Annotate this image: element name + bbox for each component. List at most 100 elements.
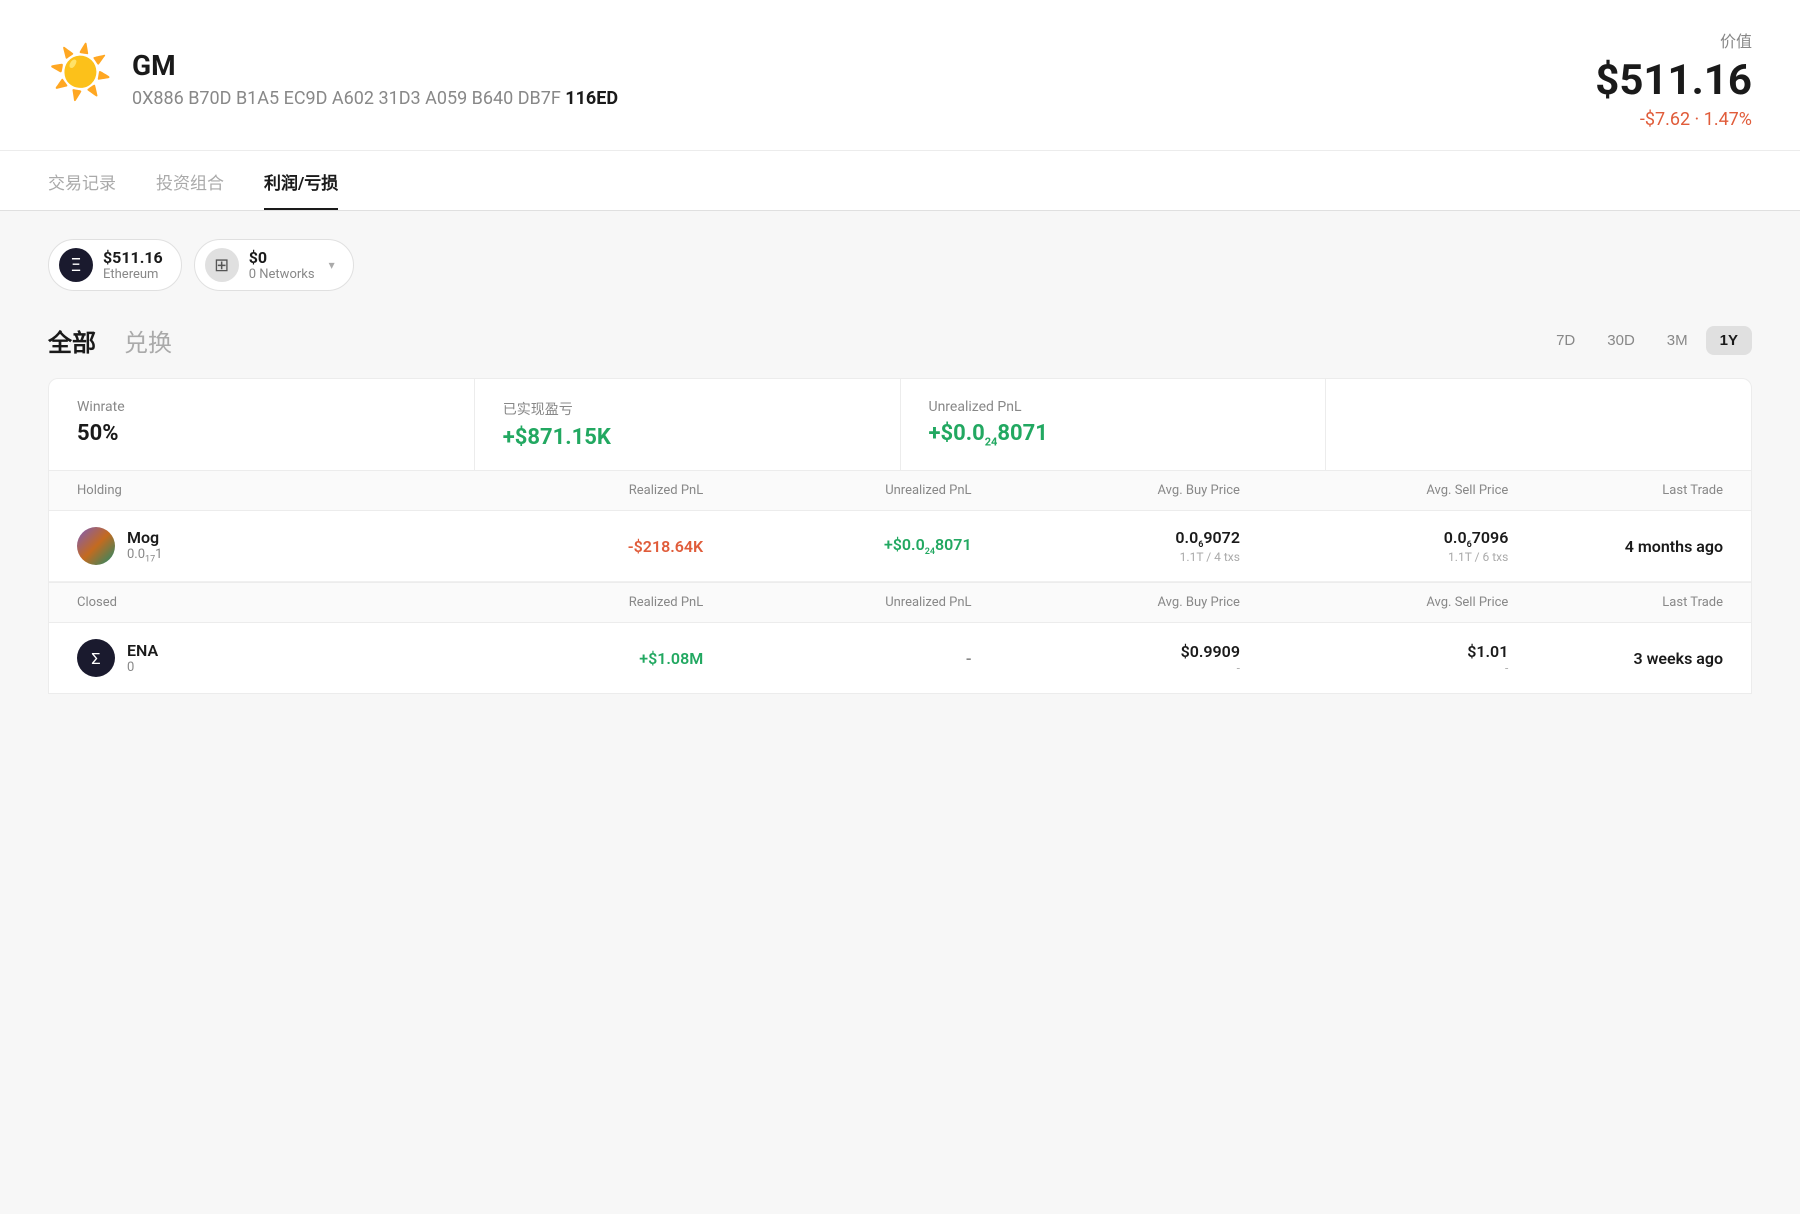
ena-avgsell: $1.01 - bbox=[1240, 642, 1508, 675]
col-header-avgsell: Avg. Sell Price bbox=[1240, 483, 1508, 498]
ena-avgbuy: $0.9909 - bbox=[972, 642, 1240, 675]
header-title: GM 0X886 B70D B1A5 EC9D A602 31D3 A059 B… bbox=[132, 49, 618, 109]
ena-lasttrade: 3 weeks ago bbox=[1508, 649, 1723, 668]
mog-lasttrade: 4 months ago bbox=[1508, 537, 1723, 556]
mog-avgsell-sub: 1.1T / 6 txs bbox=[1240, 550, 1508, 564]
stat-unrealized: Unrealized PnL +$0.0248071 bbox=[901, 379, 1327, 470]
eth-icon: Ξ bbox=[59, 248, 93, 282]
closed-avgbuy-label: Avg. Buy Price bbox=[972, 595, 1240, 610]
ena-avatar: Σ bbox=[77, 639, 115, 677]
multi-icon: ⊞ bbox=[205, 248, 239, 282]
ethereum-pill[interactable]: Ξ $511.16 Ethereum bbox=[48, 239, 182, 291]
mog-name: Mog bbox=[127, 528, 162, 547]
sun-icon: ☀️ bbox=[48, 47, 112, 111]
ena-avgbuy-value: $0.9909 bbox=[972, 642, 1240, 661]
stat-empty bbox=[1326, 379, 1751, 470]
mog-realized: -$218.64K bbox=[435, 537, 703, 556]
section-header: 全部 兑换 7D 30D 3M 1Y bbox=[48, 323, 1752, 358]
col-header-holding: Holding bbox=[77, 483, 435, 498]
col-header-lasttrade: Last Trade bbox=[1508, 483, 1723, 498]
tabs-bar: 交易记录 投资组合 利润/亏损 bbox=[0, 151, 1800, 211]
eth-amount: $511.16 bbox=[103, 248, 163, 267]
tab-pnl[interactable]: 利润/亏损 bbox=[264, 151, 338, 210]
ena-realized: +$1.08M bbox=[435, 649, 703, 668]
value-label: 价值 bbox=[1595, 28, 1752, 52]
ena-name: ENA bbox=[127, 641, 158, 660]
address-bold: 116ED bbox=[565, 88, 618, 109]
realized-value: +$871.15K bbox=[503, 425, 872, 450]
mog-realized-value: -$218.64K bbox=[435, 537, 703, 556]
table-row[interactable]: Σ ENA 0 +$1.08M - $0.9909 - $1.01 - bbox=[49, 623, 1751, 693]
tab-portfolio[interactable]: 投资组合 bbox=[156, 151, 224, 210]
mog-avgbuy-value: 0.069072 bbox=[972, 528, 1240, 550]
tab-all[interactable]: 全部 bbox=[48, 323, 96, 358]
unrealized-label: Unrealized PnL bbox=[929, 399, 1298, 415]
time-3m[interactable]: 3M bbox=[1653, 326, 1702, 355]
eth-pill-text: $511.16 Ethereum bbox=[103, 248, 163, 282]
mog-avgsell-value: 0.067096 bbox=[1240, 528, 1508, 550]
ena-unrealized: - bbox=[703, 649, 971, 668]
table-section: Holding Realized PnL Unrealized PnL Avg.… bbox=[48, 471, 1752, 694]
time-7d[interactable]: 7D bbox=[1542, 326, 1589, 355]
main-content: Ξ $511.16 Ethereum ⊞ $0 0 Networks ▾ 全部 … bbox=[0, 211, 1800, 694]
header-right: 价值 $511.16 -$7.62 · 1.47% bbox=[1595, 28, 1752, 130]
closed-lasttrade-label: Last Trade bbox=[1508, 595, 1723, 610]
time-1y[interactable]: 1Y bbox=[1706, 326, 1752, 355]
ena-balance: 0 bbox=[127, 660, 158, 675]
address-middle: B70D B1A5 EC9D A602 31D3 A059 B640 DB7F bbox=[184, 88, 566, 109]
col-header-realized: Realized PnL bbox=[435, 483, 703, 498]
stats-row: Winrate 50% 已实现盈亏 +$871.15K Unrealized P… bbox=[48, 378, 1752, 471]
network-pills: Ξ $511.16 Ethereum ⊞ $0 0 Networks ▾ bbox=[48, 239, 1752, 291]
holding-table-header: Holding Realized PnL Unrealized PnL Avg.… bbox=[49, 471, 1751, 511]
header: ☀️ GM 0X886 B70D B1A5 EC9D A602 31D3 A05… bbox=[0, 0, 1800, 151]
username: GM bbox=[132, 49, 618, 82]
section-tabs: 全部 兑换 bbox=[48, 323, 172, 358]
mog-balance: 0.0171 bbox=[127, 547, 162, 565]
address-prefix: 0X886 bbox=[132, 88, 184, 109]
stat-winrate: Winrate 50% bbox=[49, 379, 475, 470]
multi-amount: $0 bbox=[249, 248, 315, 267]
portfolio-value: $511.16 bbox=[1595, 56, 1752, 105]
mog-info: Mog 0.0171 bbox=[127, 528, 162, 565]
ena-unrealized-value: - bbox=[703, 649, 971, 668]
mog-lasttrade-value: 4 months ago bbox=[1508, 537, 1723, 556]
tab-transactions[interactable]: 交易记录 bbox=[48, 151, 116, 210]
header-left: ☀️ GM 0X886 B70D B1A5 EC9D A602 31D3 A05… bbox=[48, 47, 618, 111]
col-header-avgbuy: Avg. Buy Price bbox=[972, 483, 1240, 498]
mog-unrealized: +$0.0248071 bbox=[703, 535, 971, 557]
ena-info: ENA 0 bbox=[127, 641, 158, 675]
closed-avgsell-label: Avg. Sell Price bbox=[1240, 595, 1508, 610]
stat-realized: 已实现盈亏 +$871.15K bbox=[475, 379, 901, 470]
col-header-unrealized: Unrealized PnL bbox=[703, 483, 971, 498]
mog-avgbuy-sub: 1.1T / 4 txs bbox=[972, 550, 1240, 564]
multi-pill-text: $0 0 Networks bbox=[249, 248, 315, 282]
closed-label: Closed bbox=[77, 595, 435, 610]
winrate-value: 50% bbox=[77, 421, 446, 446]
eth-label: Ethereum bbox=[103, 267, 163, 282]
mog-unrealized-value: +$0.0248071 bbox=[703, 535, 971, 557]
ena-avgsell-value: $1.01 bbox=[1240, 642, 1508, 661]
ena-holding-cell: Σ ENA 0 bbox=[77, 639, 435, 677]
portfolio-change: -$7.62 · 1.47% bbox=[1595, 109, 1752, 130]
chevron-down-icon: ▾ bbox=[329, 258, 335, 272]
wallet-address: 0X886 B70D B1A5 EC9D A602 31D3 A059 B640… bbox=[132, 88, 618, 109]
tab-swap[interactable]: 兑换 bbox=[124, 323, 172, 358]
closed-unrealized-label: Unrealized PnL bbox=[703, 595, 971, 610]
unrealized-value: +$0.0248071 bbox=[929, 421, 1298, 448]
mog-holding-cell: Mog 0.0171 bbox=[77, 527, 435, 565]
ena-avgsell-sub: - bbox=[1240, 661, 1508, 675]
closed-section-divider: Closed Realized PnL Unrealized PnL Avg. … bbox=[49, 582, 1751, 623]
mog-avatar bbox=[77, 527, 115, 565]
multi-network-pill[interactable]: ⊞ $0 0 Networks ▾ bbox=[194, 239, 354, 291]
mog-avgsell: 0.067096 1.1T / 6 txs bbox=[1240, 528, 1508, 564]
ena-avgbuy-sub: - bbox=[972, 661, 1240, 675]
closed-realized-label: Realized PnL bbox=[435, 595, 703, 610]
winrate-label: Winrate bbox=[77, 399, 446, 415]
ena-avatar-icon: Σ bbox=[91, 649, 100, 668]
time-30d[interactable]: 30D bbox=[1593, 326, 1649, 355]
time-filters: 7D 30D 3M 1Y bbox=[1542, 326, 1752, 355]
realized-label: 已实现盈亏 bbox=[503, 399, 872, 419]
mog-avgbuy: 0.069072 1.1T / 4 txs bbox=[972, 528, 1240, 564]
table-row[interactable]: Mog 0.0171 -$218.64K +$0.0248071 0.06907… bbox=[49, 511, 1751, 582]
ena-realized-value: +$1.08M bbox=[435, 649, 703, 668]
